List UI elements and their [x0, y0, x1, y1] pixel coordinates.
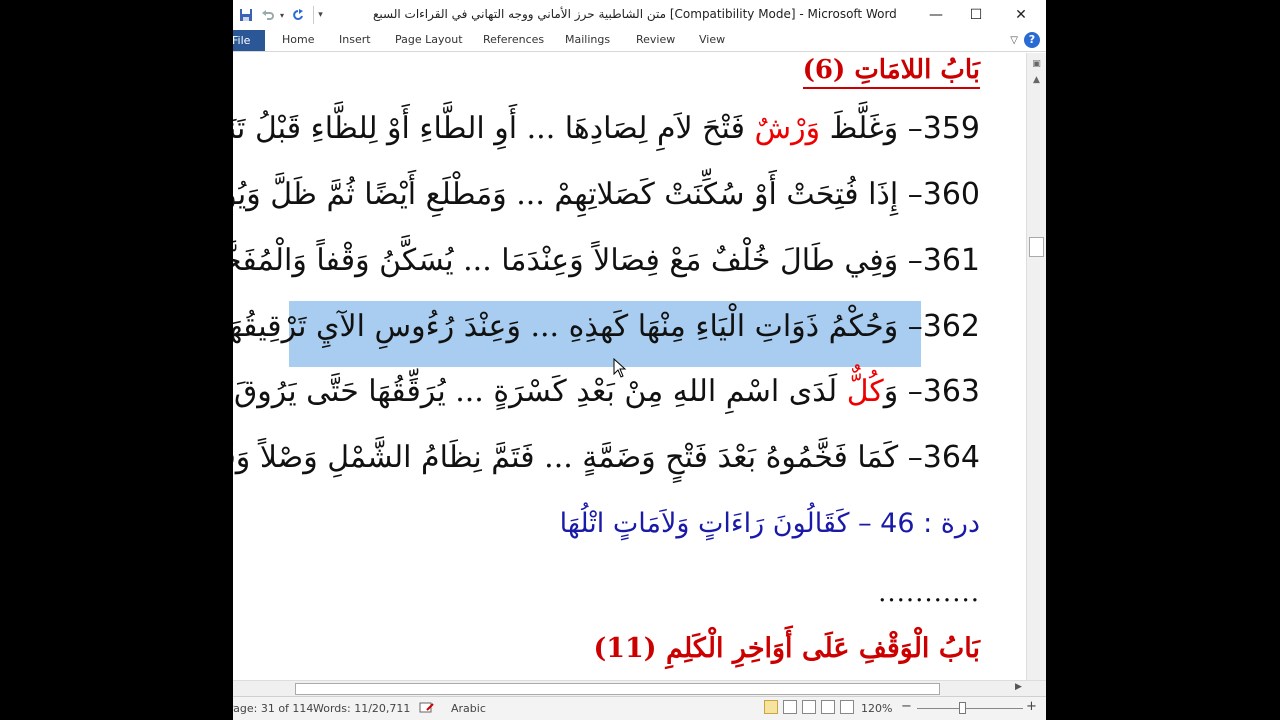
verse-number: 364 [922, 440, 980, 475]
verse-line-364: 364– كَمَا فَخَّمُوهُ بَعْدَ فَتْحٍ وَضَ… [233, 440, 980, 475]
tab-home[interactable]: Home [282, 33, 314, 46]
tab-view[interactable]: View [699, 33, 725, 46]
verse-number: 361 [922, 243, 980, 278]
document-page[interactable]: بَابُ اللامَاتِ (6) 359– وَغَلَّظَ وَرْش… [233, 53, 1026, 680]
undo-icon[interactable] [259, 6, 277, 24]
verse-line-360: 360– إِذَا فُتِحَتْ أَوْ سُكِّنَتْ كَصَل… [233, 177, 980, 212]
zoom-level[interactable]: 120% [861, 702, 892, 715]
draft-view-icon[interactable] [840, 700, 854, 714]
word-count[interactable]: Words: 11/20,711 [313, 702, 410, 715]
word-window: ▾ ▾ متن الشاطبية حرز الأماني ووجه التهان… [233, 0, 1046, 720]
verse-text: – إِذَا فُتِحَتْ أَوْ سُكِّنَتْ كَصَلاتِ… [233, 177, 923, 212]
horizontal-scrollbar[interactable]: ◀ ▶ [233, 680, 1046, 696]
verse-text: – وَغَلَّظَ [820, 111, 923, 146]
tab-page-layout[interactable]: Page Layout [395, 33, 463, 46]
chapter-heading: بَابُ اللامَاتِ (6) [802, 55, 980, 89]
help-icon[interactable]: ? [1024, 32, 1040, 48]
tab-file[interactable]: File [233, 30, 265, 51]
full-screen-reading-view-icon[interactable] [783, 700, 797, 714]
window-title: متن الشاطبية حرز الأماني ووجه التهاني في… [373, 7, 897, 21]
durra-label: درة : 46 [880, 508, 980, 539]
durra-text: – كَقَالُونَ رَاءَاتٍ وَلاَمَاتٍ [604, 508, 881, 539]
verse-number: 360 [922, 177, 980, 212]
outline-view-icon[interactable] [821, 700, 835, 714]
verse-text: – وَفِي طَالَ خُلْفٌ مَعْ فِصَالاً وَعِن… [233, 243, 923, 278]
zoom-slider-thumb[interactable] [959, 702, 966, 714]
web-layout-view-icon[interactable] [802, 700, 816, 714]
zoom-slider-track[interactable] [917, 708, 1023, 709]
mouse-cursor-icon [613, 358, 627, 378]
proofing-icon[interactable] [419, 702, 435, 717]
verse-line-362: 362– وَحُكْمُ ذَوَاتِ الْيَاءِ مِنْهَا ك… [233, 309, 980, 344]
redo-icon[interactable] [289, 6, 307, 24]
expand-ribbon-icon[interactable]: ▽ [1010, 35, 1018, 46]
verse-line-359: 359– وَغَلَّظَ وَرْشٌ فَتْحَ لاَمِ لِصَا… [233, 111, 980, 146]
maximize-button[interactable]: ☐ [956, 3, 996, 27]
durra-accent: اتْلُهَا [559, 508, 605, 539]
verse-line-363: 363– وَكُلٌّ لَدَى اسْمِ اللهِ مِنْ بَعْ… [233, 374, 980, 409]
close-button[interactable]: ✕ [1001, 3, 1041, 27]
scroll-up-icon[interactable]: ▲ [1029, 73, 1044, 87]
tab-insert[interactable]: Insert [339, 33, 371, 46]
ruler-toggle-icon[interactable]: ▣ [1029, 57, 1044, 71]
verse-line-361: 361– وَفِي طَالَ خُلْفٌ مَعْ فِصَالاً وَ… [233, 243, 980, 278]
vertical-scroll-thumb[interactable] [1029, 237, 1044, 257]
tab-review[interactable]: Review [636, 33, 675, 46]
verse-text: – وَحُكْمُ ذَوَاتِ الْيَاءِ مِنْهَا كَهذ… [233, 309, 923, 344]
customize-qat-icon[interactable]: ▾ [313, 6, 327, 24]
verse-number: 362 [922, 309, 980, 344]
scroll-right-icon[interactable]: ▶ [1015, 682, 1022, 692]
ellipsis-line: ........... [878, 578, 980, 608]
ribbon-right-controls: ▽ ? [1010, 32, 1040, 48]
save-icon[interactable] [237, 6, 255, 24]
verse-text-rest: لَدَى اسْمِ اللهِ مِنْ بَعْدِ كَسْرَةٍ .… [233, 374, 847, 409]
tab-file-label: File [233, 34, 251, 47]
page-count[interactable]: Page: 31 of 114 [233, 702, 313, 715]
tab-references[interactable]: References [483, 33, 544, 46]
zoom-in-button[interactable]: + [1026, 699, 1037, 714]
ribbon-tabs: File Home Insert Page Layout References … [233, 30, 1046, 52]
minimize-button[interactable]: — [916, 3, 956, 27]
durra-line: درة : 46 – كَقَالُونَ رَاءَاتٍ وَلاَمَات… [560, 508, 980, 539]
title-bar: ▾ ▾ متن الشاطبية حرز الأماني ووجه التهان… [233, 0, 1046, 30]
print-layout-view-icon[interactable] [764, 700, 778, 714]
verse-number: 363 [922, 374, 980, 409]
status-bar: Page: 31 of 114 Words: 11/20,711 Arabic … [233, 696, 1046, 720]
horizontal-scroll-thumb[interactable] [295, 683, 940, 695]
language-indicator[interactable]: Arabic [451, 702, 486, 715]
verse-text: – وَ [883, 374, 923, 409]
verse-text-rest: فَتْحَ لاَمِ لِصَادِهَا ... أَوِ الطَّاء… [233, 111, 755, 146]
tab-mailings[interactable]: Mailings [565, 33, 610, 46]
verse-text: – كَمَا فَخَّمُوهُ بَعْدَ فَتْحٍ وَضَمَّ… [233, 440, 923, 475]
undo-dropdown-icon[interactable]: ▾ [277, 6, 287, 24]
zoom-out-button[interactable]: − [901, 699, 912, 714]
verse-number: 359 [922, 111, 980, 146]
chapter-heading-next: بَابُ الْوَقْفِ عَلَى أَوَاخِرِ الْكَلِم… [593, 633, 980, 664]
verse-red-word: وَرْشٌ [754, 111, 821, 146]
vertical-scrollbar[interactable]: ▣ ▲ [1026, 53, 1046, 680]
verse-red-word: كُلٌّ [846, 374, 884, 409]
